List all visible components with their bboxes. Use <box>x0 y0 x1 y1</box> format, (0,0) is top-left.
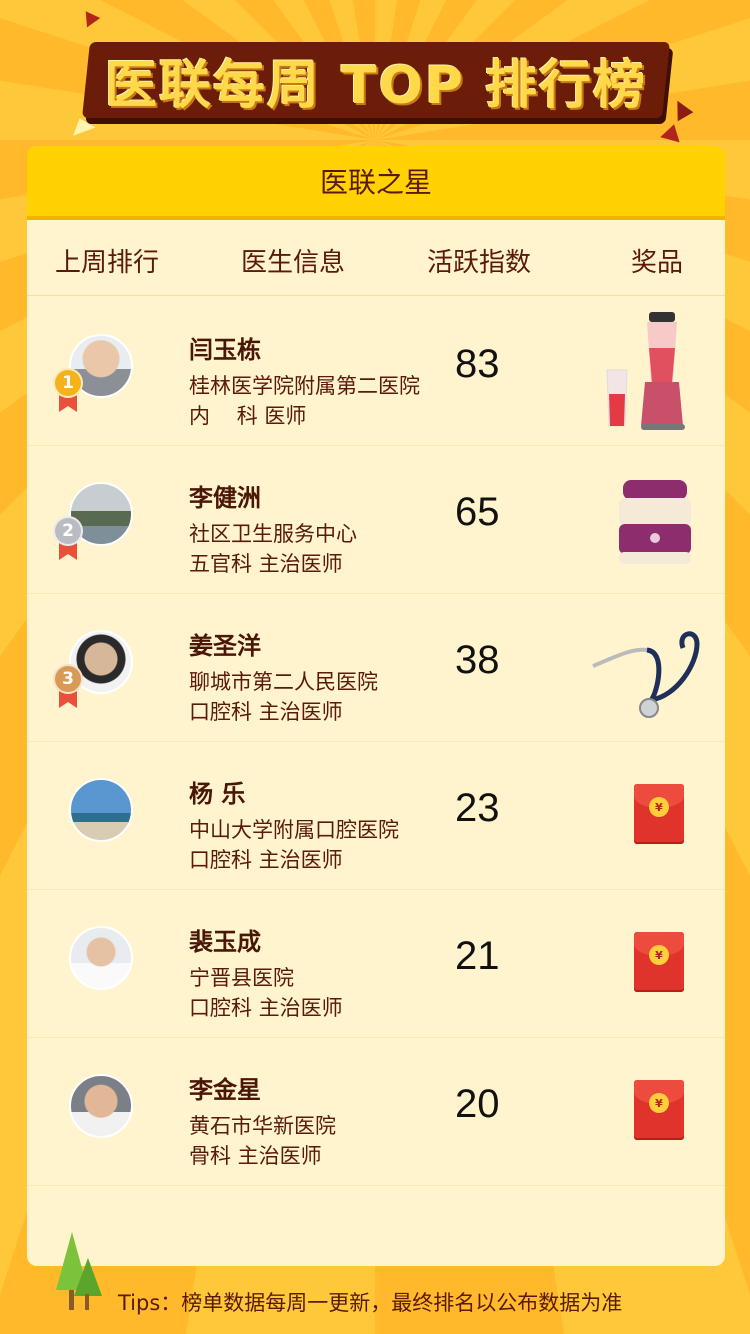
ranking-row[interactable]: 3 姜圣洋 聊城市第二人民医院 口腔科 主治医师 38 <box>27 594 725 742</box>
doctor-hospital: 聊城市第二人民医院 <box>189 670 378 694</box>
doctor-name: 李金星 <box>189 1076 261 1104</box>
doctor-hospital: 宁晋县医院 <box>189 966 294 990</box>
ranking-row[interactable]: 裴玉成 宁晋县医院 口腔科 主治医师 21 ¥ <box>27 890 725 1038</box>
confetti <box>668 96 694 122</box>
activity-score: 83 <box>455 342 500 386</box>
doctor-name: 李健洲 <box>189 484 261 512</box>
activity-score: 20 <box>455 1082 500 1126</box>
doctor-name: 闫玉栋 <box>189 336 261 364</box>
blender-icon <box>606 312 685 430</box>
doctor-department: 骨科 主治医师 <box>189 1144 322 1168</box>
activity-score: 38 <box>455 638 500 682</box>
activity-score: 23 <box>455 786 500 830</box>
footer-tips: Tips：榜单数据每周一更新，最终排名以公布数据为准 <box>118 1291 623 1315</box>
column-doctor: 医生信息 <box>241 248 346 278</box>
rank-medal: 3 <box>53 664 83 708</box>
red-envelope-icon: ¥ <box>634 1080 684 1140</box>
confetti <box>660 121 684 143</box>
stethoscope-icon <box>592 631 700 718</box>
doctor-name: 裴玉成 <box>189 928 261 956</box>
doctor-hospital: 桂林医学院附属第二医院 <box>189 374 420 398</box>
ranking-row[interactable]: 杨 乐 中山大学附属口腔医院 口腔科 主治医师 23 ¥ <box>27 742 725 890</box>
avatar <box>69 1074 133 1138</box>
activity-score: 21 <box>455 934 500 978</box>
doctor-department: 内 科 医师 <box>189 404 307 428</box>
rank-medal: 2 <box>53 516 83 560</box>
card-title: 医联之星 <box>27 146 725 216</box>
ranking-row[interactable]: 2 李健洲 社区卫生服务中心 五官科 主治医师 65 <box>27 446 725 594</box>
avatar <box>69 778 133 842</box>
doctor-hospital: 中山大学附属口腔医院 <box>189 818 399 842</box>
doctor-name: 姜圣洋 <box>189 632 261 660</box>
confetti <box>79 11 101 31</box>
doctor-department: 口腔科 主治医师 <box>189 700 343 724</box>
column-prize: 奖品 <box>631 248 684 278</box>
red-envelope-icon: ¥ <box>634 784 684 844</box>
column-activity: 活跃指数 <box>427 248 532 278</box>
ranking-row[interactable]: 1 闫玉栋 桂林医学院附属第二医院 内 科 医师 83 <box>27 298 725 446</box>
rank-medal: 1 <box>53 368 83 412</box>
doctor-hospital: 社区卫生服务中心 <box>189 522 357 546</box>
ranking-card: 医联之星 上周排行 医生信息 活跃指数 奖品 1 闫玉栋 桂林医学院附属第二医院… <box>27 146 725 1266</box>
doctor-name: 杨 乐 <box>189 780 246 808</box>
tree-icon <box>56 1232 102 1310</box>
ranking-row[interactable]: 李金星 黄石市华新医院 骨科 主治医师 20 ¥ <box>27 1038 725 1186</box>
red-envelope-icon: ¥ <box>634 932 684 992</box>
page-title: 医联每周 TOP 排行榜 <box>105 55 647 116</box>
doctor-department: 五官科 主治医师 <box>189 552 343 576</box>
column-header-row: 上周排行 医生信息 活跃指数 奖品 <box>27 226 725 296</box>
doctor-department: 口腔科 主治医师 <box>189 996 343 1020</box>
lunchbox-icon <box>619 480 691 564</box>
activity-score: 65 <box>455 490 500 534</box>
doctor-department: 口腔科 主治医师 <box>189 848 343 872</box>
column-rank: 上周排行 <box>55 248 160 278</box>
doctor-hospital: 黄石市华新医院 <box>189 1114 336 1138</box>
avatar <box>69 926 133 990</box>
